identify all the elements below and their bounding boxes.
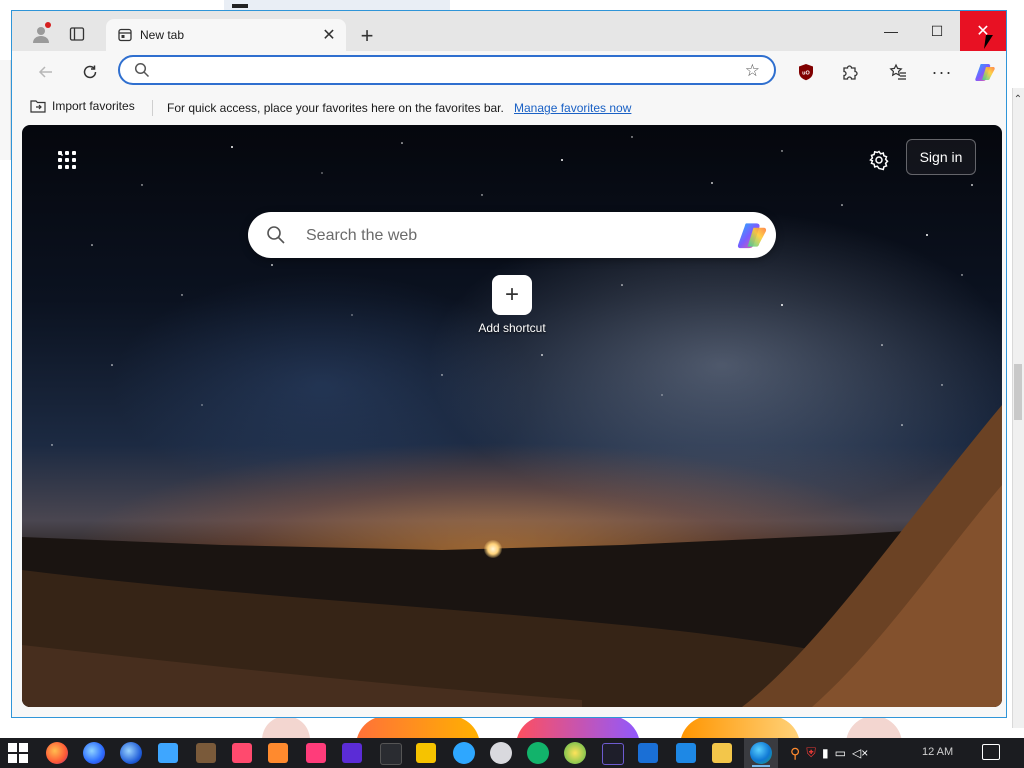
system-tray: ⚲ ⛨ ▮ ▭ ◁× bbox=[790, 738, 868, 768]
vivaldi-icon[interactable] bbox=[306, 743, 326, 763]
browser-window: New tab ✕ + — ☐ ✕ ☆ uO ··· Import favori… bbox=[11, 10, 1007, 718]
profile-button[interactable] bbox=[26, 19, 56, 49]
favorites-bar: Import favorites For quick access, place… bbox=[12, 93, 1006, 123]
edge-canary-icon[interactable] bbox=[676, 743, 696, 763]
address-input[interactable] bbox=[158, 60, 722, 82]
sun-glow bbox=[484, 540, 502, 558]
grid-dot bbox=[72, 151, 76, 155]
title-bar: New tab ✕ + — ☐ ✕ bbox=[12, 11, 1006, 51]
tab-actions-icon bbox=[69, 27, 85, 41]
grid-dot bbox=[58, 158, 62, 162]
tab-new-tab[interactable]: New tab ✕ bbox=[106, 19, 346, 51]
add-shortcut-label: Add shortcut bbox=[478, 321, 546, 335]
tab-close-icon[interactable]: ✕ bbox=[316, 22, 342, 48]
ublock-shield-icon: uO bbox=[799, 64, 813, 81]
extensions-button[interactable] bbox=[834, 57, 866, 87]
gear-icon bbox=[869, 150, 889, 171]
divider bbox=[152, 100, 153, 116]
new-tab-button[interactable]: + bbox=[352, 21, 382, 51]
search-icon bbox=[134, 62, 150, 78]
edge-dev-icon[interactable] bbox=[638, 743, 658, 763]
import-favorites-button[interactable]: Import favorites bbox=[30, 99, 135, 113]
brave-icon[interactable] bbox=[564, 742, 586, 764]
more-options-button[interactable]: ··· bbox=[926, 57, 958, 87]
refresh-button[interactable] bbox=[74, 57, 106, 87]
notification-dot bbox=[45, 22, 51, 28]
web-search-input[interactable] bbox=[304, 225, 708, 247]
toolbar: ☆ uO ··· bbox=[12, 51, 1006, 93]
firefox-icon[interactable] bbox=[46, 742, 68, 764]
firefox-nightly-icon[interactable] bbox=[120, 742, 142, 764]
refresh-icon bbox=[83, 65, 97, 79]
mullvad-icon[interactable] bbox=[380, 743, 402, 765]
favorites-bar-message: For quick access, place your favorites h… bbox=[167, 101, 504, 115]
zen-icon[interactable] bbox=[342, 743, 362, 763]
background-scrollbar-thumb[interactable] bbox=[1014, 364, 1022, 420]
manage-favorites-link[interactable]: Manage favorites now bbox=[514, 101, 631, 115]
network-tray-icon[interactable]: ▭ bbox=[835, 746, 846, 760]
grid-dot bbox=[65, 158, 69, 162]
notification-center-icon[interactable] bbox=[982, 744, 1000, 760]
tab-actions-button[interactable] bbox=[62, 19, 92, 49]
grid-dot bbox=[58, 151, 62, 155]
minimize-button[interactable]: — bbox=[868, 11, 914, 51]
chromium-icon[interactable] bbox=[490, 742, 512, 764]
star-icon[interactable]: ☆ bbox=[745, 61, 760, 81]
add-shortcut-plus-icon[interactable]: + bbox=[492, 275, 532, 315]
apps-launcher-button[interactable] bbox=[52, 145, 82, 175]
add-shortcut[interactable]: + Add shortcut bbox=[472, 275, 552, 335]
grid-dot bbox=[72, 165, 76, 169]
shield-tray-icon[interactable]: ⛨ bbox=[806, 745, 816, 761]
background-artwork bbox=[262, 716, 902, 738]
floorp-icon[interactable] bbox=[232, 743, 252, 763]
favorites-star-list-icon bbox=[889, 63, 906, 80]
back-button[interactable] bbox=[30, 57, 62, 87]
svg-text:uO: uO bbox=[802, 71, 810, 77]
taskbar-clock[interactable]: 12 AM bbox=[922, 746, 953, 758]
mercury-icon[interactable] bbox=[268, 743, 288, 763]
import-favorites-label: Import favorites bbox=[52, 99, 135, 113]
waterfox-icon[interactable] bbox=[158, 743, 178, 763]
copilot-icon bbox=[975, 64, 995, 81]
tab-title: New tab bbox=[140, 28, 185, 42]
puzzle-icon bbox=[843, 65, 858, 80]
address-bar[interactable]: ☆ bbox=[118, 55, 776, 85]
grid-dot bbox=[58, 165, 62, 169]
file-explorer-icon[interactable] bbox=[712, 743, 732, 763]
taskbar: ⚲ ⛨ ▮ ▭ ◁× 12 AM bbox=[0, 738, 1024, 768]
maximize-button[interactable]: ☐ bbox=[914, 11, 960, 51]
copilot-icon[interactable] bbox=[736, 219, 768, 251]
grid-dot bbox=[65, 165, 69, 169]
copilot-button[interactable] bbox=[969, 57, 1001, 87]
edge-beta-icon[interactable] bbox=[602, 743, 624, 765]
ublock-origin-button[interactable]: uO bbox=[790, 57, 822, 87]
edge-icon[interactable] bbox=[750, 742, 772, 764]
chrome-icon[interactable] bbox=[453, 742, 475, 764]
new-tab-page-icon bbox=[116, 26, 134, 44]
page-settings-button[interactable] bbox=[864, 145, 894, 175]
librewolf-icon[interactable] bbox=[196, 743, 216, 763]
chevron-up-icon[interactable]: ⌃ bbox=[1012, 94, 1024, 105]
safari-icon[interactable] bbox=[416, 743, 436, 763]
grid-dot bbox=[65, 151, 69, 155]
arrow-left-icon bbox=[38, 66, 52, 78]
background-window-edge-left bbox=[0, 60, 11, 160]
web-search-box[interactable] bbox=[248, 212, 776, 258]
background-window-mark bbox=[232, 4, 248, 8]
search-tray-icon[interactable]: ⚲ bbox=[790, 745, 800, 762]
volume-muted-icon[interactable]: ◁× bbox=[852, 746, 868, 760]
usb-tray-icon[interactable]: ▮ bbox=[822, 746, 829, 760]
taskbar-active-indicator bbox=[752, 765, 770, 767]
search-icon bbox=[267, 226, 285, 244]
opera-icon[interactable] bbox=[527, 742, 549, 764]
sign-in-button[interactable]: Sign in bbox=[906, 139, 976, 175]
close-button[interactable]: ✕ bbox=[960, 11, 1006, 51]
new-tab-page: Sign in + Ad bbox=[22, 125, 1002, 707]
import-folder-icon bbox=[30, 100, 46, 113]
windows-start-icon[interactable] bbox=[6, 742, 30, 764]
firefox-dev-icon[interactable] bbox=[83, 742, 105, 764]
grid-dot bbox=[72, 158, 76, 162]
favorites-button[interactable] bbox=[882, 57, 914, 87]
